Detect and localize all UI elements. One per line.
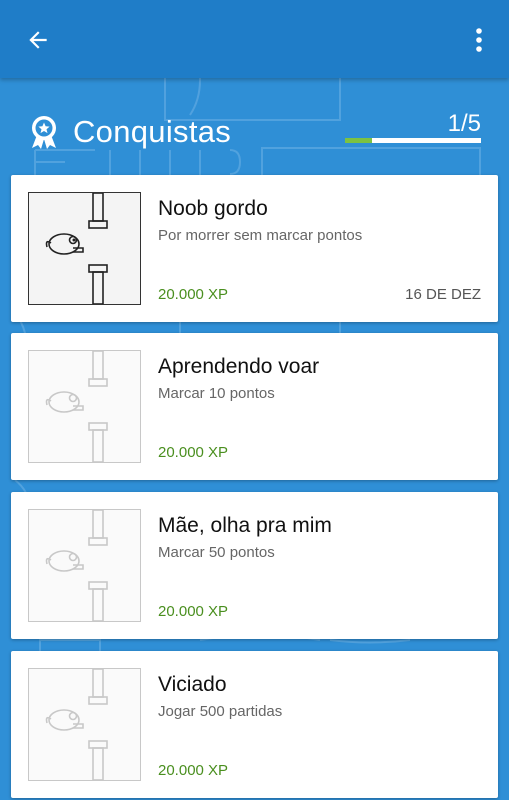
more-vert-icon	[476, 28, 482, 52]
award-ribbon-icon	[32, 116, 56, 149]
achievement-description: Por morrer sem marcar pontos	[158, 227, 363, 244]
page-title: Conquistas	[73, 114, 232, 149]
achievement-title: Aprendendo voar	[158, 355, 320, 378]
flappy-bird-icon	[45, 193, 108, 304]
flappy-bird-icon	[45, 351, 108, 462]
achievement-title: Viciado	[158, 673, 227, 696]
overflow-menu-button[interactable]	[465, 22, 493, 58]
top-app-bar	[0, 0, 509, 78]
back-button[interactable]	[20, 22, 56, 58]
arrow-left-icon	[29, 31, 47, 49]
achievement-card[interactable]: Viciado Jogar 500 partidas 20.000 XP	[11, 651, 498, 798]
achievement-description: Jogar 500 partidas	[158, 703, 283, 720]
achievement-description: Marcar 50 pontos	[158, 544, 275, 561]
achievement-thumbnail	[28, 509, 141, 622]
achievement-title: Mãe, olha pra mim	[158, 514, 332, 537]
achievement-card[interactable]: Mãe, olha pra mim Marcar 50 pontos 20.00…	[11, 492, 498, 639]
achievement-xp: 20.000 XP	[158, 762, 229, 779]
achievements-header: Conquistas 1/5	[0, 100, 509, 160]
achievement-thumbnail	[28, 668, 141, 781]
achievement-thumbnail	[28, 192, 141, 305]
achievement-xp: 20.000 XP	[158, 286, 229, 303]
achievement-title: Noob gordo	[158, 197, 268, 220]
achievement-xp: 20.000 XP	[158, 603, 229, 620]
progress-bar	[345, 138, 481, 143]
flappy-bird-icon	[45, 510, 108, 621]
achievement-description: Marcar 10 pontos	[158, 385, 275, 402]
achievement-xp: 20.000 XP	[158, 444, 229, 461]
flappy-bird-icon	[45, 669, 108, 780]
achievement-card[interactable]: Aprendendo voar Marcar 10 pontos 20.000 …	[11, 333, 498, 480]
achievement-card[interactable]: Noob gordo Por morrer sem marcar pontos …	[11, 175, 498, 322]
achievement-date: 16 DE DEZ	[405, 286, 481, 303]
progress-count: 1/5	[447, 110, 481, 137]
progress-bar-fill	[345, 138, 373, 143]
achievement-thumbnail	[28, 350, 141, 463]
